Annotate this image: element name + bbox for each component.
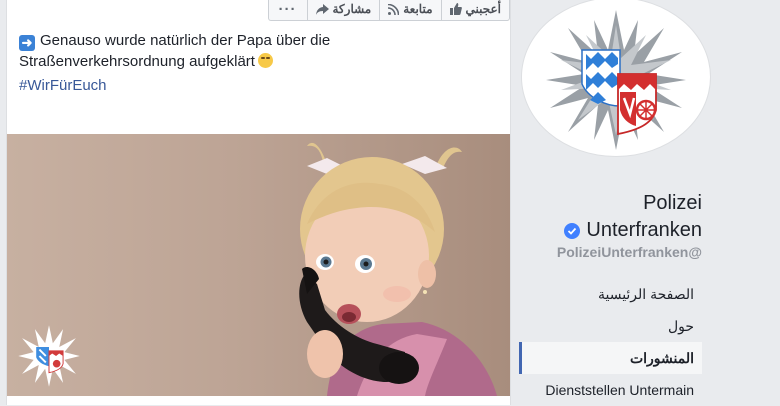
like-icon <box>449 3 462 15</box>
share-icon <box>315 3 329 15</box>
share-label: مشاركة <box>332 2 372 16</box>
hashtag-link[interactable]: #WirFürEuch <box>19 77 107 94</box>
arrow-right-emoji-icon: ➜ <box>19 35 35 51</box>
post-text-line-1-content: Genauso wurde natürlich der Papa über di… <box>40 32 331 49</box>
more-options-button[interactable]: ··· <box>269 0 307 20</box>
post-action-bar: ··· مشاركة متابعة أعجبني <box>267 0 510 21</box>
child-telephone-photo <box>299 142 497 396</box>
nav-item-stations[interactable]: Dienststellen Untermain <box>519 374 702 406</box>
police-star-badge-icon <box>546 10 686 150</box>
post-text-line-1: ➜ Genauso wurde natürlich der Papa über d… <box>19 30 489 51</box>
page-handle[interactable]: PolizeiUnterfranken@ <box>557 244 702 260</box>
nav-item-about[interactable]: حول <box>519 310 702 342</box>
nav-item-home[interactable]: الصفحة الرئيسية <box>519 278 702 310</box>
follow-label: متابعة <box>403 2 433 16</box>
more-options-label: ··· <box>278 0 297 18</box>
like-label: أعجبني <box>465 2 501 16</box>
post-text-line-2-content: Straßenverkehrsordnung aufgeklärt <box>19 53 255 70</box>
page-name[interactable]: Polizei Unterfranken <box>564 190 702 244</box>
share-button[interactable]: مشاركة <box>306 0 380 20</box>
follow-button[interactable]: متابعة <box>379 0 440 20</box>
smile-emoji-icon <box>257 53 273 68</box>
page-sidebar: Polizei Unterfranken PolizeiUnterfranken… <box>512 0 780 405</box>
page-name-line-2: Unterfranken <box>564 217 702 244</box>
rss-icon <box>388 3 400 15</box>
post-text: ➜ Genauso wurde natürlich der Papa über d… <box>19 30 489 72</box>
nav-item-posts[interactable]: المنشورات <box>519 342 702 374</box>
profile-picture[interactable] <box>522 0 710 156</box>
page-name-second: Unterfranken <box>586 219 702 241</box>
page-name-line-1: Polizei <box>564 190 702 217</box>
like-button[interactable]: أعجبني <box>440 0 509 20</box>
police-badge-watermark-icon <box>17 324 81 393</box>
page-name-first: Polizei <box>643 192 702 214</box>
page-nav: الصفحة الرئيسية حول المنشورات Dienststel… <box>519 278 702 406</box>
post-text-line-2: Straßenverkehrsordnung aufgeklärt <box>19 51 489 72</box>
post-card: ··· مشاركة متابعة أعجبني ➜ Genauso wurde … <box>6 0 511 405</box>
verified-badge-icon <box>564 222 581 239</box>
post-photo[interactable] <box>7 134 510 396</box>
